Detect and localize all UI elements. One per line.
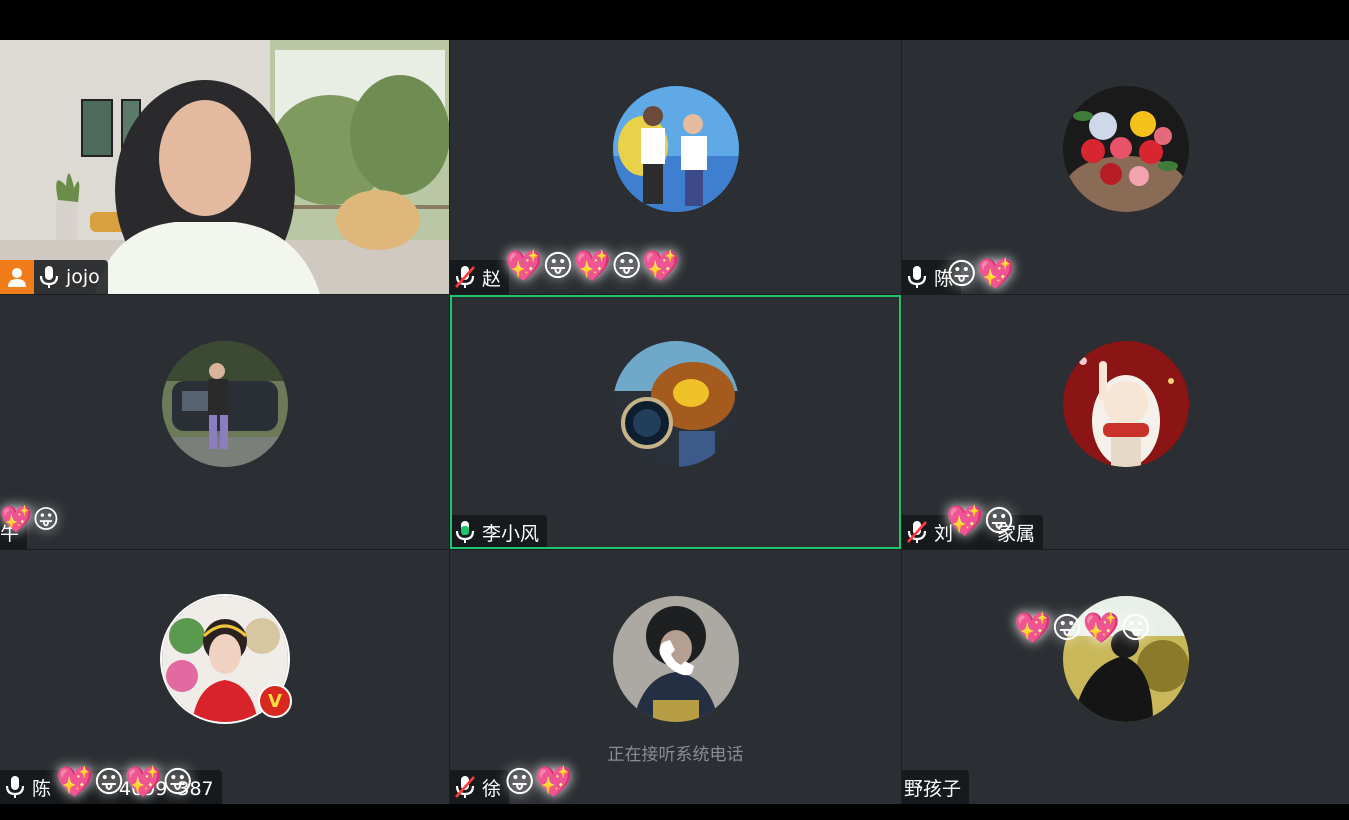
reaction-emoji: 😛💖 [504, 765, 573, 800]
participant-name: 牛 [0, 522, 20, 545]
participant-tile-2[interactable]: 赵 💖😛💖😛💖 [450, 40, 901, 294]
avatar [161, 341, 288, 467]
microphone-muted-icon [455, 776, 475, 798]
participant-name: 赵 [482, 267, 502, 290]
participant-label: 刘家属 [902, 515, 1044, 549]
participant-label: 徐 [450, 770, 510, 804]
participant-name: 陈 [934, 267, 954, 290]
avatar [1062, 596, 1189, 722]
participant-label: 陈 [902, 260, 962, 294]
participant-tile-6[interactable]: 刘家属 💖😛 [902, 295, 1349, 549]
participant-label: jojo [0, 260, 108, 294]
participant-label: 陈 4099 387 [0, 770, 222, 804]
participant-name: 刘家属 [934, 522, 1036, 545]
phone-icon [659, 640, 694, 676]
microphone-speaking-icon [455, 521, 475, 543]
participant-tile-8[interactable]: 正在接听系统电话 徐 😛💖 [450, 550, 901, 804]
participant-label: 赵 [450, 260, 510, 294]
participant-label: 野孩子 [902, 770, 970, 804]
participant-name: 李小风 [482, 522, 540, 545]
participant-tile-jojo[interactable]: jojo [0, 40, 449, 294]
avatar [1062, 341, 1189, 467]
participant-tile-7[interactable]: 陈 4099 387 💖😛💖😛 [0, 550, 449, 804]
avatar [612, 86, 739, 212]
participant-tile-active-speaker[interactable]: 李小风 [450, 295, 901, 549]
participant-name: jojo [66, 266, 100, 288]
avatar [612, 341, 739, 467]
participant-tile-9[interactable]: 野孩子 💖😛💖😛 [902, 550, 1349, 804]
participant-name: 陈 4099 387 [32, 777, 214, 800]
participant-tile-4[interactable]: 牛 💖😛 [0, 295, 449, 549]
vip-badge: V [258, 684, 292, 718]
participant-name: 野孩子 [904, 777, 962, 800]
reaction-emoji: 💖😛💖😛💖 [505, 249, 680, 284]
participant-name: 徐 [482, 777, 502, 800]
avatar [1062, 86, 1189, 212]
user-host-icon [0, 260, 34, 294]
participant-label: 牛 [0, 515, 28, 549]
microphone-icon [5, 776, 25, 798]
microphone-muted-icon [907, 521, 927, 543]
call-status-text: 正在接听系统电话 [607, 745, 744, 765]
participant-video [0, 40, 449, 294]
video-grid: jojo 赵 💖😛💖😛💖 陈 😛💖 牛 💖😛 李小风 刘 家属 💖😛 陈 409… [0, 40, 1349, 804]
microphone-icon [39, 266, 59, 288]
participant-label: 李小风 [450, 515, 548, 549]
participant-tile-3[interactable]: 陈 😛💖 [902, 40, 1349, 294]
microphone-icon [907, 266, 927, 288]
microphone-muted-icon [455, 266, 475, 288]
